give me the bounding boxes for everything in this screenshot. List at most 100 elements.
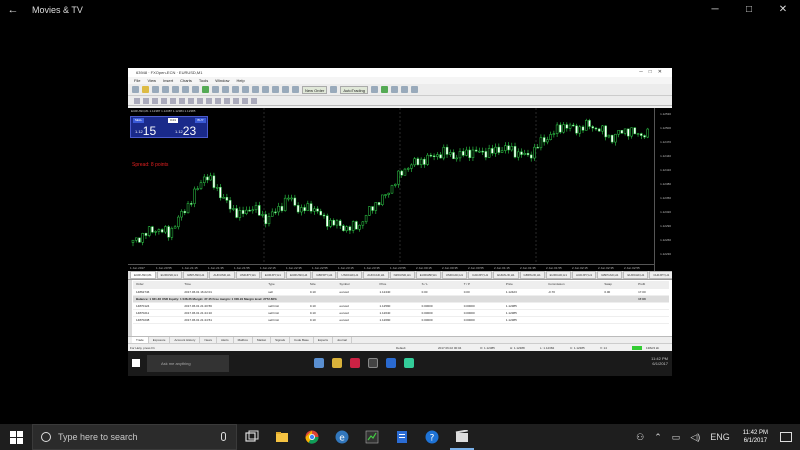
tile-icon[interactable]: [242, 86, 249, 93]
periods-icon[interactable]: [282, 86, 289, 93]
sell-button[interactable]: SELL: [133, 118, 144, 123]
symbol-tab[interactable]: EURCAD,H1: [545, 271, 572, 279]
maximize-icon[interactable]: □: [732, 0, 766, 20]
new-chart-icon[interactable]: [132, 86, 139, 93]
crosshair-icon[interactable]: [143, 97, 149, 104]
price-axis[interactable]: 1.12530 1.12500 1.12470 1.12440 1.12410 1.123…: [654, 108, 672, 271]
data-window-icon[interactable]: [162, 86, 169, 93]
grid-icon[interactable]: [411, 86, 418, 93]
zoom-out-icon[interactable]: [232, 86, 239, 93]
symbol-tab[interactable]: EURAUD,H1: [493, 271, 519, 279]
terminal-side-handle[interactable]: [128, 280, 132, 344]
time-axis[interactable]: 1 Jun 2017 1 Jun 20:55 1 Jun 21:15 1 Jun 21…: [128, 264, 654, 271]
network-icon[interactable]: ▭: [667, 432, 686, 443]
app-button[interactable]: [387, 424, 417, 450]
close-icon[interactable]: ✕: [766, 0, 800, 20]
symbol-tab[interactable]: EURUSD,M1: [130, 271, 156, 279]
lot-size-input[interactable]: 0.01: [168, 118, 178, 123]
candle-chart-icon[interactable]: [381, 86, 388, 93]
cursor-icon[interactable]: [134, 97, 140, 104]
market-watch-icon[interactable]: [152, 86, 159, 93]
zoom-in-icon[interactable]: [222, 86, 229, 93]
trendline-icon[interactable]: [170, 97, 176, 104]
buy-button[interactable]: BUY: [195, 118, 206, 123]
symbol-tab[interactable]: EURCHF,H1: [623, 271, 649, 279]
people-icon[interactable]: ⚇: [631, 432, 649, 443]
volume-icon[interactable]: ◁): [685, 432, 705, 443]
line-chart-icon[interactable]: [391, 86, 398, 93]
arrow-icon[interactable]: [215, 97, 221, 104]
shift-icon[interactable]: [262, 86, 269, 93]
zoom-icon[interactable]: [401, 86, 408, 93]
symbol-tab[interactable]: CADJPY,H1: [468, 271, 493, 279]
file-explorer-button[interactable]: [267, 424, 297, 450]
symbol-tab[interactable]: GBPUSD,H1: [183, 271, 209, 279]
menu-insert[interactable]: Insert: [163, 77, 173, 84]
edge-button[interactable]: e: [327, 424, 357, 450]
templates-icon[interactable]: [292, 86, 299, 93]
action-center-icon[interactable]: [780, 432, 792, 442]
taskbar-search-box[interactable]: Type here to search: [32, 424, 237, 450]
scroll-icon[interactable]: [252, 86, 259, 93]
symbol-tab[interactable]: AUDUSD,H1: [209, 271, 235, 279]
indicators-icon[interactable]: [272, 86, 279, 93]
menu-file[interactable]: File: [134, 77, 140, 84]
price-chart[interactable]: EURUSD,M1 1.12387 1.12387 1.12384 1.1238…: [128, 108, 672, 271]
menu-charts[interactable]: Charts: [180, 77, 192, 84]
symbol-tab[interactable]: EURJPY,H1: [260, 271, 285, 279]
symbol-tab[interactable]: GBPJPY,H1: [312, 271, 337, 279]
label-icon[interactable]: [206, 97, 212, 104]
table-row[interactable]: 14870124 2017.06.01 21:40:56 sell limit 0.1…: [133, 302, 669, 310]
menu-tools[interactable]: Tools: [199, 77, 208, 84]
symbol-tab[interactable]: GBPAUD,H1: [519, 271, 545, 279]
symbol-tab[interactable]: USDJPY,H1: [235, 271, 260, 279]
horizontal-line-icon[interactable]: [161, 97, 167, 104]
buy-price[interactable]: 1.1223: [175, 125, 196, 138]
history-icon[interactable]: [212, 86, 219, 93]
new-order-button[interactable]: New Order: [302, 85, 328, 94]
table-row[interactable]: 14862746 2017.06.01 16:22:01 sell 0.10 eurus…: [133, 288, 669, 296]
table-header-row[interactable]: Order Time Type Size Symbol Price S / LT / P Pr…: [133, 281, 669, 289]
back-arrow-icon[interactable]: ←: [0, 4, 26, 16]
terminal-icon[interactable]: [182, 86, 189, 93]
tester-icon[interactable]: [192, 86, 199, 93]
menu-window[interactable]: Window: [215, 77, 229, 84]
m15-period-icon[interactable]: [242, 97, 248, 104]
symbol-tab[interactable]: CHFJPY,H1: [649, 271, 672, 279]
help-button[interactable]: ?: [417, 424, 447, 450]
auto-trading-button[interactable]: AutoTrading: [340, 85, 368, 94]
symbol-tab[interactable]: USDCAD,H1: [441, 271, 468, 279]
language-indicator[interactable]: ENG: [705, 432, 735, 442]
refresh-icon[interactable]: [202, 86, 209, 93]
task-view-button[interactable]: [237, 424, 267, 450]
table-row[interactable]: 14870211 2017.06.01 21:44:10 sell limit 0.1…: [133, 309, 669, 317]
symbol-tab[interactable]: NZDUSD,H1: [389, 271, 415, 279]
symbol-tab[interactable]: AUDCAD,H1: [363, 271, 389, 279]
h1-period-icon[interactable]: [251, 97, 257, 104]
mt4-window-controls[interactable]: ─□✕: [639, 68, 668, 77]
menu-help[interactable]: Help: [236, 77, 244, 84]
symbol-tab[interactable]: EURUSD,H1: [156, 271, 183, 279]
microphone-icon[interactable]: [221, 432, 226, 441]
symbol-tab[interactable]: GBPCAD,H1: [597, 271, 623, 279]
text-icon[interactable]: [197, 97, 203, 104]
start-button[interactable]: [0, 424, 32, 450]
channel-icon[interactable]: [179, 97, 185, 104]
symbol-tab[interactable]: USDCHF,H1: [337, 271, 363, 279]
navigator-icon[interactable]: [172, 86, 179, 93]
symbol-tab[interactable]: EURGBP,H1: [415, 271, 441, 279]
table-row[interactable]: 14870238 2017.06.01 21:44:51 sell limit 0.1…: [133, 316, 669, 324]
bar-chart-icon[interactable]: [371, 86, 378, 93]
m1-period-icon[interactable]: [224, 97, 230, 104]
clock[interactable]: 11:42 PM 6/1/2017: [735, 429, 776, 445]
meta-editor-icon[interactable]: [330, 86, 338, 93]
video-frame[interactable]: 63948 · FXOpen-ECN · EURUSD,M1 ─□✕ File …: [128, 68, 672, 376]
sell-price[interactable]: 1.1215: [135, 125, 156, 138]
metatrader-button[interactable]: [357, 424, 387, 450]
m5-period-icon[interactable]: [233, 97, 239, 104]
minimize-icon[interactable]: ─: [698, 0, 732, 20]
chrome-button[interactable]: [297, 424, 327, 450]
profiles-icon[interactable]: [142, 86, 149, 93]
vertical-line-icon[interactable]: [152, 97, 158, 104]
movies-tv-button[interactable]: [447, 424, 477, 450]
